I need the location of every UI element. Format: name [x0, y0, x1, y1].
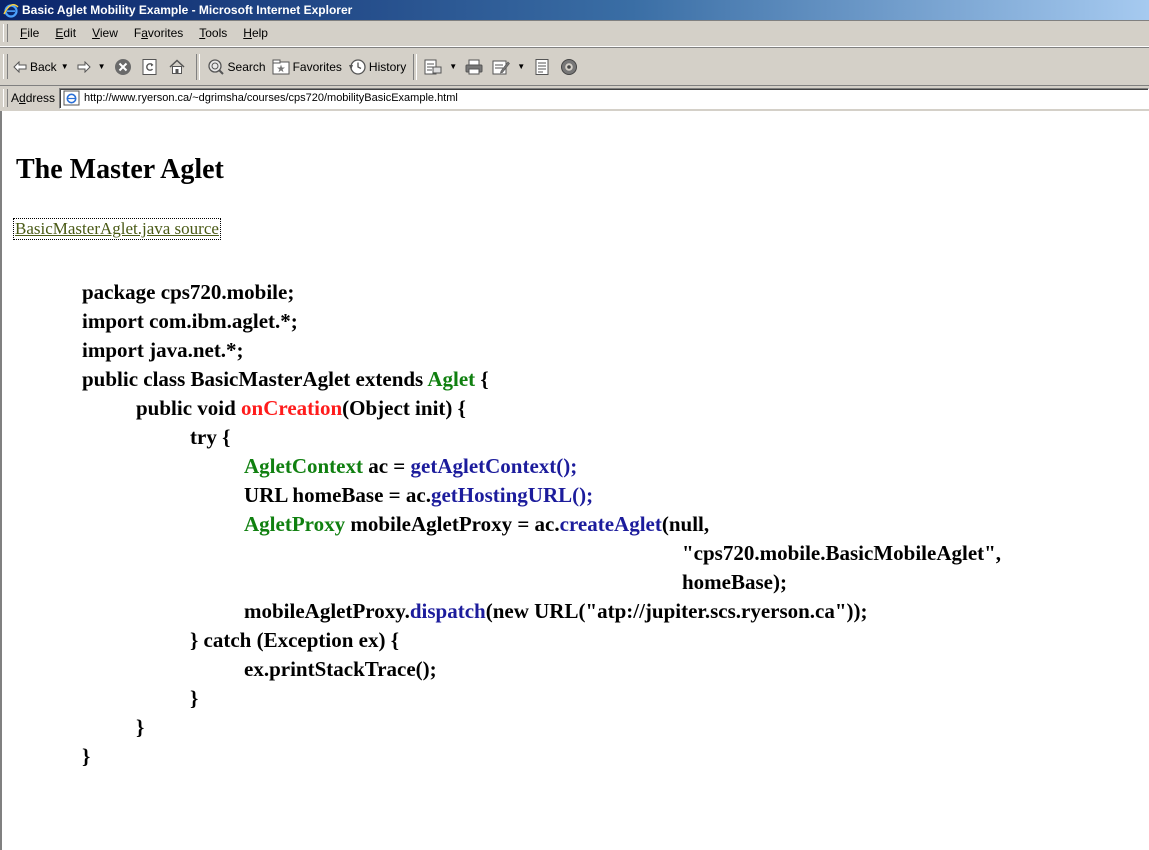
back-button[interactable]: Back ▼: [10, 52, 74, 82]
mail-dropdown-icon[interactable]: ▼: [449, 62, 457, 71]
menu-help[interactable]: Help: [235, 20, 276, 46]
code-line: public void onCreation(Object init) {: [136, 396, 466, 420]
back-dropdown-icon[interactable]: ▼: [61, 62, 69, 71]
address-input[interactable]: http://www.ryerson.ca/~dgrimsha/courses/…: [59, 88, 1149, 109]
discuss-button[interactable]: [530, 52, 557, 82]
edit-dropdown-icon[interactable]: ▼: [517, 62, 525, 71]
menu-file[interactable]: File: [12, 20, 47, 46]
code-line: ex.printStackTrace();: [244, 657, 437, 681]
code-line: import java.net.*;: [82, 338, 244, 362]
page-content: The Master Aglet BasicMasterAglet.java s…: [0, 111, 1149, 850]
forward-icon: [77, 60, 91, 73]
favorites-icon: [272, 59, 290, 74]
refresh-button[interactable]: [138, 52, 165, 82]
menu-bar: File Edit View Favorites Tools Help: [0, 20, 1149, 47]
address-bar: Address http://www.ryerson.ca/~dgrimsha/…: [0, 85, 1149, 112]
code-line: AgletProxy mobileAgletProxy = ac.createA…: [244, 512, 710, 536]
messenger-button[interactable]: [557, 52, 584, 82]
code-line: public class BasicMasterAglet extends Ag…: [82, 367, 489, 391]
code-line: } catch (Exception ex) {: [190, 628, 400, 652]
code-line: }: [190, 686, 199, 710]
back-icon: [13, 60, 27, 73]
stop-icon: [114, 58, 131, 75]
page-heading: The Master Aglet: [16, 154, 224, 185]
menu-favorites[interactable]: Favorites: [126, 20, 191, 46]
ie-logo-icon: [3, 4, 19, 18]
search-button[interactable]: Search: [204, 52, 269, 82]
discuss-icon: [535, 58, 549, 75]
refresh-icon: [142, 58, 157, 75]
history-icon: [348, 58, 366, 75]
code-line: mobileAgletProxy.dispatch(new URL("atp:/…: [244, 599, 868, 623]
edit-icon: [492, 60, 511, 74]
address-url: http://www.ryerson.ca/~dgrimsha/courses/…: [84, 92, 458, 104]
code-line: homeBase);: [682, 570, 787, 594]
code-line: package cps720.mobile;: [82, 280, 295, 304]
code-line: }: [82, 744, 91, 768]
window-titlebar: Basic Aglet Mobility Example - Microsoft…: [0, 0, 1149, 20]
favorites-button[interactable]: Favorites: [269, 52, 345, 82]
menu-view[interactable]: View: [84, 20, 126, 46]
address-label: Address: [11, 91, 56, 105]
standard-toolbar: Back ▼ ▼ Search Favorites History ▼ ▼: [0, 47, 1149, 86]
messenger-icon: [561, 58, 578, 75]
window-title: Basic Aglet Mobility Example - Microsoft…: [22, 3, 353, 17]
code-line: import com.ibm.aglet.*;: [82, 309, 298, 333]
toolbar-grip[interactable]: [3, 54, 8, 79]
code-line: }: [136, 715, 145, 739]
search-icon: [207, 58, 224, 75]
home-icon: [169, 58, 185, 74]
forward-dropdown-icon[interactable]: ▼: [98, 62, 106, 71]
print-button[interactable]: [462, 52, 489, 82]
history-button[interactable]: History: [345, 52, 409, 82]
stop-button[interactable]: [111, 52, 138, 82]
mail-icon: [424, 59, 442, 74]
menu-edit[interactable]: Edit: [47, 20, 84, 46]
toolbar-separator: [195, 53, 200, 80]
mail-button[interactable]: ▼: [421, 52, 462, 82]
ie-page-icon: [63, 90, 80, 106]
code-line: AgletContext ac = getAgletContext();: [244, 454, 578, 478]
menu-bar-grip[interactable]: [3, 24, 8, 42]
print-icon: [465, 59, 483, 74]
code-line: try {: [190, 425, 231, 449]
home-button[interactable]: [165, 52, 192, 82]
address-bar-grip[interactable]: [3, 89, 8, 107]
code-line: "cps720.mobile.BasicMobileAglet",: [682, 541, 1002, 565]
menu-tools[interactable]: Tools: [191, 20, 235, 46]
code-line: URL homeBase = ac.getHostingURL();: [244, 483, 594, 507]
toolbar-separator: [413, 53, 418, 80]
forward-button[interactable]: ▼: [74, 52, 111, 82]
edit-button[interactable]: ▼: [489, 52, 530, 82]
source-link[interactable]: BasicMasterAglet.java source: [13, 218, 221, 240]
